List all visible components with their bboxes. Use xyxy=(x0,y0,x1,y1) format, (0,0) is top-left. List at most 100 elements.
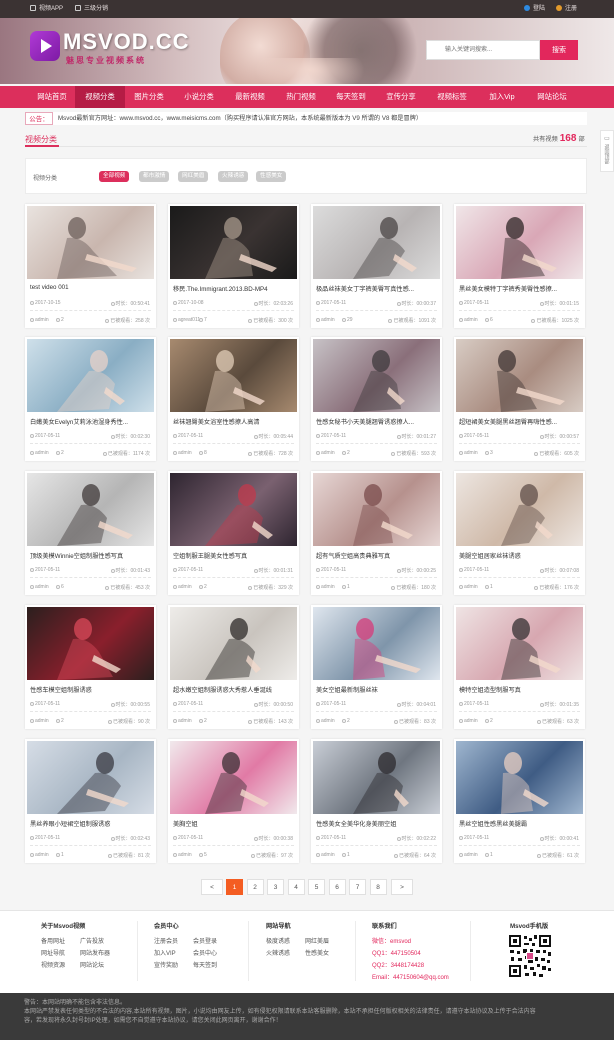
footer-link[interactable]: 每天签到 xyxy=(193,960,217,969)
brand-name[interactable]: MSVOD.CC xyxy=(63,29,190,55)
filter-chip[interactable]: 都市激情 xyxy=(139,171,170,182)
video-thumbnail[interactable] xyxy=(170,206,297,279)
footer-link[interactable]: 网站发布器 xyxy=(80,948,110,957)
footer-link[interactable]: 会员登录 xyxy=(193,936,217,945)
page-button[interactable]: 4 xyxy=(287,879,305,895)
video-card[interactable]: 超有气质空姐高贵典雅写真 2017-05-11 时长：00:00:25 admin 1 已… xyxy=(311,471,442,595)
video-card[interactable]: 顶级美模Winnie空姐制服性感写真 2017-05-11 时长：00:01:43 a… xyxy=(25,471,156,595)
back-to-top-button[interactable]: ▭ 返回顶部 xyxy=(600,130,614,172)
page-button[interactable]: 6 xyxy=(328,879,346,895)
video-title[interactable]: 顶级美模Winnie空姐制服性感写真 xyxy=(30,551,152,560)
footer-link[interactable]: 加入VIP xyxy=(154,948,176,957)
video-card[interactable]: 美腿空姐居家丝袜诱惑 2017-05-11 时长：00:07:08 admin 1 已被观… xyxy=(454,471,585,595)
video-title[interactable]: 黑丝美女模特丁字裤秀美臀性感撩... xyxy=(459,284,581,293)
video-card[interactable]: test video 001 2017-10-15 时长：00:50:41 admin… xyxy=(25,204,156,328)
video-title[interactable]: 美胸空姐 xyxy=(173,819,295,828)
filter-chip[interactable]: 全部视频 xyxy=(99,171,130,182)
video-thumbnail[interactable] xyxy=(313,607,440,680)
video-card[interactable]: 黑丝美女模特丁字裤秀美臀性感撩... 2017-05-11 时长：00:01:15 a… xyxy=(454,204,585,328)
footer-link[interactable]: 火辣诱惑 xyxy=(266,948,290,957)
video-card[interactable]: 超短裙美女美腿黑丝翘臀再嗨性感... 2017-05-11 时长：00:00:57 a… xyxy=(454,337,585,461)
login-link[interactable]: 登陆 xyxy=(524,0,545,18)
video-thumbnail[interactable] xyxy=(313,339,440,412)
video-card[interactable]: 性感美女全美华化身美丽空姐 2017-05-11 时长：00:02:22 admin 1… xyxy=(311,739,442,863)
page-button[interactable]: 7 xyxy=(349,879,366,895)
footer-link[interactable]: 备用网址 xyxy=(41,936,65,945)
video-card[interactable]: 性感女秘书小天美腿翘臀诱惑撩人... 2017-05-11 时长：00:01:27 a… xyxy=(311,337,442,461)
video-title[interactable]: 性感女秘书小天美腿翘臀诱惑撩人... xyxy=(316,417,438,426)
video-thumbnail[interactable] xyxy=(170,607,297,680)
footer-link[interactable]: 极度诱惑 xyxy=(266,936,290,945)
video-title[interactable]: 性感车模空姐制服诱惑 xyxy=(30,685,152,694)
video-card[interactable]: 极品丝袜美女丁字裤美臀写真性感... 2017-05-11 时长：00:00:37 a… xyxy=(311,204,442,328)
footer-link[interactable]: 性感美女 xyxy=(305,948,329,957)
logo-play-icon[interactable] xyxy=(30,31,60,61)
video-card[interactable]: 模特空姐造型制服写真 2017-05-11 时长：00:01:35 admin 2 已被观… xyxy=(454,605,585,729)
footer-link[interactable]: 网址导航 xyxy=(41,948,65,957)
nav-item[interactable]: 视频分类 xyxy=(75,86,125,108)
search-input[interactable] xyxy=(426,40,540,60)
filter-chip[interactable]: 网红美眉 xyxy=(178,171,209,182)
video-title[interactable]: 极品丝袜美女丁字裤美臀写真性感... xyxy=(316,284,438,293)
nav-item[interactable]: 网站论坛 xyxy=(527,86,577,108)
video-card[interactable]: 黑丝空姐性感黑丝美腿霸 2017-05-11 时长：00:00:41 admin 1 已被… xyxy=(454,739,585,863)
nav-item[interactable]: 小说分类 xyxy=(174,86,224,108)
video-card[interactable]: 性感车模空姐制服诱惑 2017-05-11 时长：00:00:55 admin 2 已被观… xyxy=(25,605,156,729)
video-title[interactable]: 丝袜翘臀美女浴室性感撩人高清 xyxy=(173,417,295,426)
footer-link[interactable]: 网站论坛 xyxy=(80,960,104,969)
footer-link[interactable]: 注册会员 xyxy=(154,936,178,945)
video-title[interactable]: 黑丝养眼小短裙空姐制服诱惑 xyxy=(30,819,152,828)
video-thumbnail[interactable] xyxy=(313,473,440,546)
video-title[interactable]: 超短裙美女美腿黑丝翘臀再嗨性感... xyxy=(459,417,581,426)
video-thumbnail[interactable] xyxy=(456,607,583,680)
video-title[interactable]: 黑丝空姐性感黑丝美腿霸 xyxy=(459,819,581,828)
footer-link[interactable]: 广告投放 xyxy=(80,936,104,945)
page-button[interactable]: 5 xyxy=(308,879,325,895)
footer-link[interactable]: 宣传奖励 xyxy=(154,960,178,969)
video-thumbnail[interactable] xyxy=(27,741,154,814)
video-title[interactable]: test video 001 xyxy=(30,284,152,291)
video-thumbnail[interactable] xyxy=(27,607,154,680)
filter-chip[interactable]: 性感美女 xyxy=(256,171,287,182)
video-card[interactable]: 移民.The.Immigrant.2013.BD-MP4 2017-10-08 时长… xyxy=(168,204,299,328)
video-card[interactable]: 丝袜翘臀美女浴室性感撩人高清 2017-05-11 时长：00:05:44 admin… xyxy=(168,337,299,461)
video-thumbnail[interactable] xyxy=(27,206,154,279)
page-button[interactable]: 8 xyxy=(369,879,387,895)
nav-item[interactable]: 网站首页 xyxy=(27,86,77,108)
distribution-link[interactable]: 三级分销 xyxy=(75,0,108,18)
video-thumbnail[interactable] xyxy=(456,473,583,546)
video-card[interactable]: 黑丝养眼小短裙空姐制服诱惑 2017-05-11 时长：00:02:43 admin 1… xyxy=(25,739,156,863)
video-card[interactable]: 空姐制服王腿美女性感写真 2017-05-11 时长：00:01:31 admin 2 已… xyxy=(168,471,299,595)
prev-page-button[interactable]: < xyxy=(201,879,223,895)
video-card[interactable]: 美胸空姐 2017-05-11 时长：00:00:38 admin 5 已被观看：97 次 xyxy=(168,739,299,863)
video-thumbnail[interactable] xyxy=(170,339,297,412)
page-button[interactable]: 1 xyxy=(226,879,243,895)
video-thumbnail[interactable] xyxy=(313,206,440,279)
register-link[interactable]: 注册 xyxy=(556,0,577,18)
nav-item[interactable]: 加入Vip xyxy=(477,86,527,108)
video-title[interactable]: 美腿空姐居家丝袜诱惑 xyxy=(459,551,581,560)
video-title[interactable]: 移民.The.Immigrant.2013.BD-MP4 xyxy=(173,284,295,293)
video-thumbnail[interactable] xyxy=(456,339,583,412)
footer-link[interactable]: 视频资源 xyxy=(41,960,65,969)
nav-item[interactable]: 热门视频 xyxy=(276,86,326,108)
video-thumbnail[interactable] xyxy=(456,741,583,814)
video-title[interactable]: 空姐制服王腿美女性感写真 xyxy=(173,551,295,560)
video-card[interactable]: 美女空姐最新制服丝袜 2017-05-11 时长：00:04:01 admin 2 已被观… xyxy=(311,605,442,729)
nav-item[interactable]: 最新视频 xyxy=(225,86,275,108)
footer-link[interactable]: 网红美眉 xyxy=(305,936,329,945)
video-title[interactable]: 超有气质空姐高贵典雅写真 xyxy=(316,551,438,560)
video-title[interactable]: 超水嫩空姐制服诱惑大秀惹人垂涎线 xyxy=(173,685,295,694)
video-title[interactable]: 白嫩美女Evelyn艾莉泳池湿身秀性... xyxy=(30,417,152,426)
nav-item[interactable]: 视频标签 xyxy=(427,86,477,108)
video-thumbnail[interactable] xyxy=(313,741,440,814)
video-card[interactable]: 超水嫩空姐制服诱惑大秀惹人垂涎线 2017-05-11 时长：00:00:50 adm… xyxy=(168,605,299,729)
video-title[interactable]: 性感美女全美华化身美丽空姐 xyxy=(316,819,438,828)
footer-link[interactable]: 会员中心 xyxy=(193,948,217,957)
nav-item[interactable]: 图片分类 xyxy=(124,86,174,108)
app-link[interactable]: 视频APP xyxy=(30,0,63,18)
nav-item[interactable]: 宣传分享 xyxy=(376,86,426,108)
page-button[interactable]: 3 xyxy=(267,879,284,895)
video-thumbnail[interactable] xyxy=(27,473,154,546)
video-thumbnail[interactable] xyxy=(27,339,154,412)
